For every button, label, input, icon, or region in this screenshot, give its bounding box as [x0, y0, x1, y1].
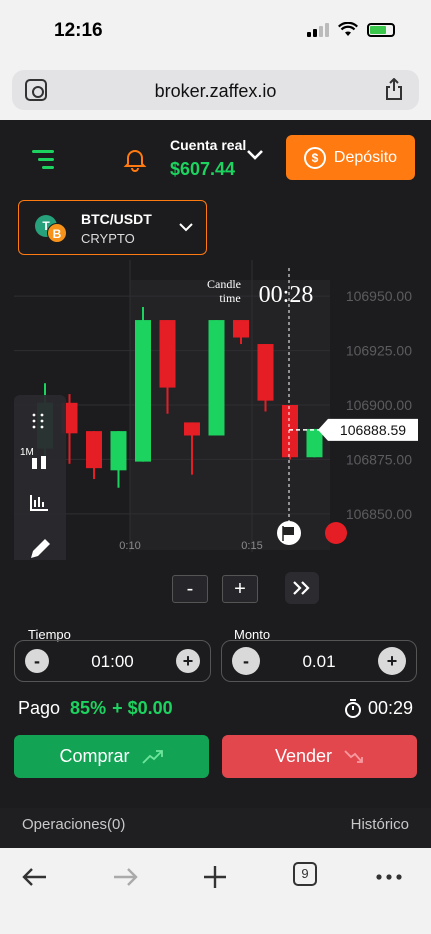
- sell-label: Vender: [274, 746, 333, 766]
- drag-handle-icon[interactable]: [32, 419, 36, 423]
- tabs-button[interactable]: 9: [293, 862, 317, 886]
- x-tick-label: 0:15: [241, 540, 262, 552]
- candle[interactable]: [257, 344, 274, 401]
- chevron-down-icon[interactable]: [246, 148, 264, 162]
- asset-selector[interactable]: T B BTC/USDT CRYPTO: [18, 200, 207, 255]
- candle-type-icon[interactable]: [32, 458, 37, 469]
- bottom-tabs: Operaciones(0) Histórico: [0, 808, 431, 848]
- y-tick-label: 106900.00: [346, 397, 412, 413]
- candle[interactable]: [159, 320, 176, 388]
- candle-time-label: Candle: [207, 277, 241, 291]
- drag-handle-icon[interactable]: [40, 425, 44, 429]
- finish-flag-icon: [283, 527, 294, 535]
- time-stepper[interactable]: - 01:00 +: [14, 640, 211, 682]
- y-tick-label: 106850.00: [346, 506, 412, 522]
- browser-url-bar: broker.zaffex.io: [0, 62, 431, 120]
- timeframe-label[interactable]: 1M: [20, 447, 34, 458]
- zoom-in-button[interactable]: +: [222, 575, 258, 603]
- back-arrow-icon[interactable]: [20, 862, 50, 892]
- trend-up-icon: [141, 749, 163, 764]
- account-label: Cuenta real: [170, 137, 247, 153]
- buy-button[interactable]: Comprar: [14, 735, 209, 778]
- candle-time-label: time: [219, 291, 240, 305]
- status-time: 12:16: [54, 20, 103, 41]
- time-increase-button[interactable]: +: [176, 649, 200, 673]
- y-tick-label: 106925.00: [346, 343, 412, 359]
- countdown-value: 00:29: [367, 698, 413, 718]
- payout-label: Pago: [18, 698, 61, 718]
- x-tick-label: 0:10: [119, 540, 140, 552]
- tab-history[interactable]: Histórico: [351, 816, 409, 833]
- candle[interactable]: [282, 405, 298, 458]
- payout-percent: 85%: [70, 698, 107, 718]
- stopwatch-icon: [344, 698, 361, 718]
- candle[interactable]: [306, 428, 323, 458]
- deposit-button[interactable]: $ Depósito: [286, 135, 415, 180]
- bell-icon[interactable]: [122, 146, 148, 172]
- dollar-icon: $: [303, 146, 326, 169]
- current-price-label: 106888.59: [340, 422, 406, 438]
- account-selector[interactable]: Cuenta real $607.44: [170, 137, 246, 180]
- y-tick-label: 106950.00: [346, 288, 412, 304]
- drag-handle-icon[interactable]: [32, 413, 36, 417]
- amount-increase-button[interactable]: +: [378, 647, 406, 675]
- price-chart[interactable]: 106950.00 106925.00 106900.00 106875.00 1068…: [0, 260, 431, 560]
- fast-forward-icon[interactable]: [285, 572, 319, 604]
- y-tick-label: 106875.00: [346, 451, 412, 467]
- status-icons: [307, 22, 395, 37]
- candle[interactable]: [208, 320, 225, 436]
- candle[interactable]: [135, 320, 151, 462]
- more-icon[interactable]: [374, 862, 404, 892]
- new-tab-icon[interactable]: [200, 862, 230, 892]
- chart-tools-panel: [14, 395, 66, 560]
- zoom-out-button[interactable]: -: [172, 575, 208, 603]
- asset-name: BTC/USDT: [81, 211, 152, 227]
- expiry-countdown: 00:29: [344, 698, 413, 719]
- browser-toolbar: 9: [0, 848, 431, 934]
- drag-handle-icon[interactable]: [40, 419, 44, 423]
- tab-operations[interactable]: Operaciones(0): [22, 816, 125, 833]
- battery-icon: [367, 22, 395, 37]
- wifi-icon: [338, 22, 358, 36]
- url-text[interactable]: broker.zaffex.io: [12, 81, 419, 102]
- sell-button[interactable]: Vender: [222, 735, 417, 778]
- candle[interactable]: [184, 422, 200, 436]
- candle[interactable]: [110, 431, 127, 471]
- candle-type-icon[interactable]: [41, 456, 46, 469]
- trading-app: Cuenta real $607.44 $ Depósito T B BTC/U…: [0, 120, 431, 848]
- drag-handle-icon[interactable]: [32, 425, 36, 429]
- status-bar: 12:16: [0, 0, 431, 62]
- address-field[interactable]: broker.zaffex.io: [12, 70, 419, 110]
- menu-icon[interactable]: [32, 150, 54, 174]
- chevron-down-icon: [179, 223, 193, 232]
- account-balance: $607.44: [170, 159, 236, 179]
- candle[interactable]: [233, 320, 249, 338]
- deposit-label: Depósito: [333, 148, 398, 166]
- asset-type: CRYPTO: [81, 231, 135, 246]
- buy-label: Comprar: [59, 746, 130, 766]
- drag-handle-icon[interactable]: [40, 413, 44, 417]
- forward-arrow-icon[interactable]: [110, 862, 140, 892]
- amount-stepper[interactable]: - 0.01 +: [221, 640, 417, 682]
- candle-countdown: 00:28: [259, 282, 314, 308]
- candle[interactable]: [86, 431, 102, 469]
- trend-down-icon: [344, 749, 363, 763]
- payout-info: Pago 85% + $0.00: [18, 698, 173, 719]
- bitcoin-icon: B: [47, 223, 67, 243]
- expiry-marker: [325, 522, 347, 544]
- payout-amount: + $0.00: [112, 698, 173, 718]
- share-icon[interactable]: [385, 78, 403, 100]
- signal-icon: [307, 22, 329, 37]
